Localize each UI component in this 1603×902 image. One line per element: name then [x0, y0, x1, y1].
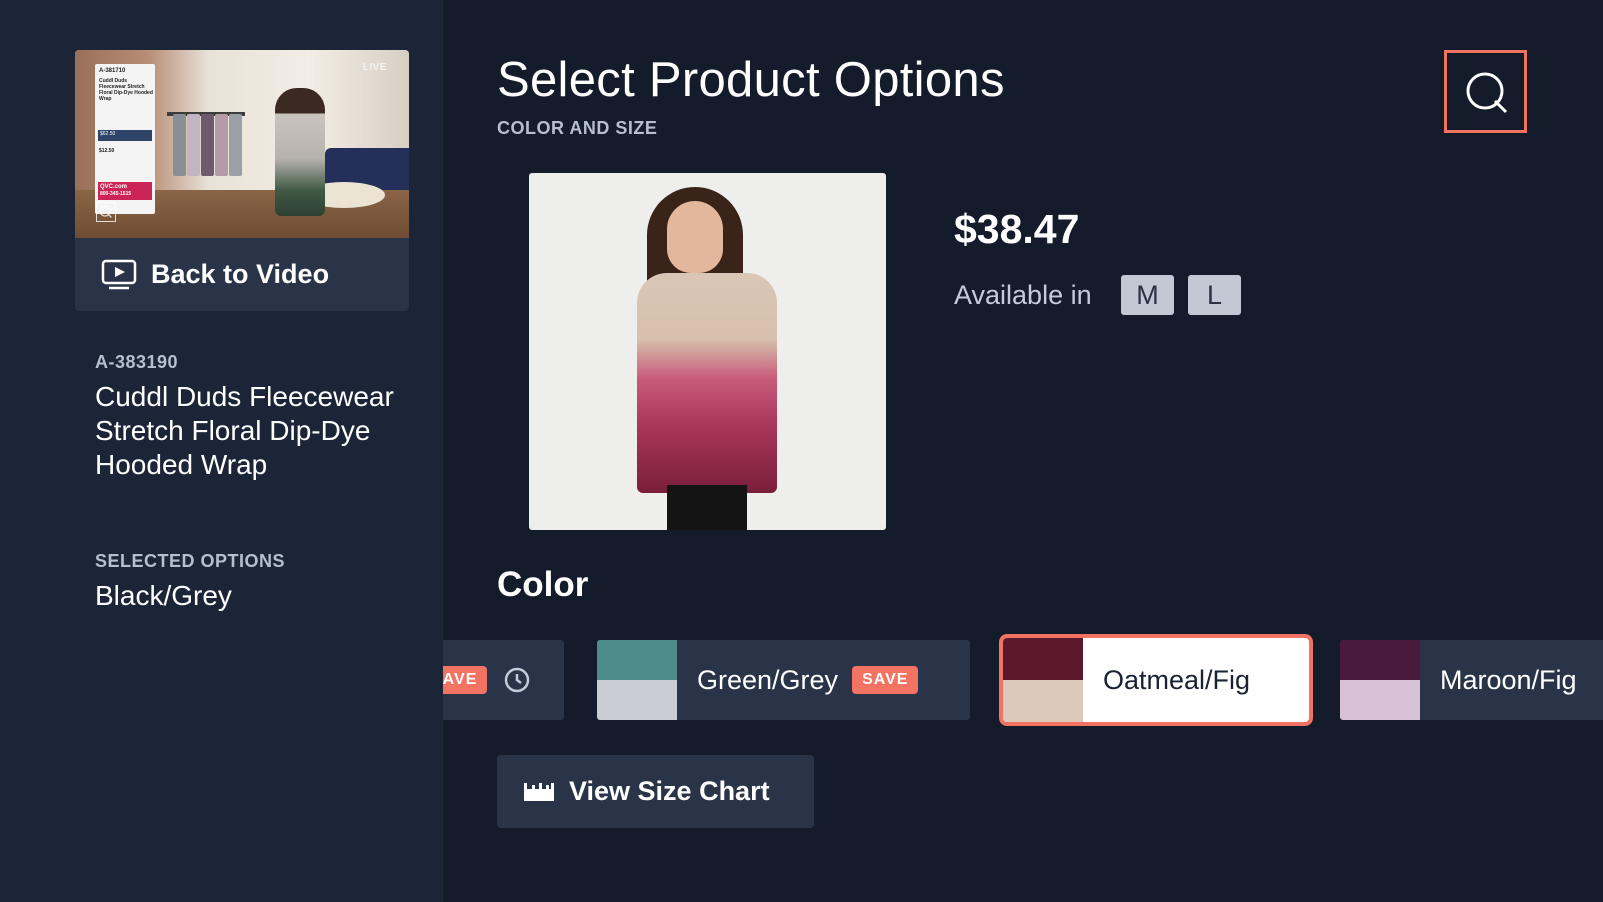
- thumb-info-panel: A-381710 Cuddl Duds Fleecewear Stretch F…: [95, 64, 155, 214]
- thumb-site: QVC.com: [100, 184, 128, 190]
- color-name: Maroon/Fig: [1440, 664, 1577, 695]
- available-in-label: Available in: [954, 280, 1092, 310]
- color-name: Green/Grey: [697, 664, 839, 695]
- video-play-icon: [101, 259, 137, 289]
- model-legs: [667, 485, 747, 530]
- thumb-site-block: QVC.com 800-345-1515: [98, 182, 152, 200]
- model-garment: [637, 273, 777, 493]
- thumb-price: $62.50: [98, 130, 152, 141]
- page-title: Select Product Options: [497, 53, 1005, 107]
- ruler-icon: [524, 782, 554, 801]
- view-size-chart-label: View Size Chart: [569, 776, 770, 806]
- selected-options-value: Black/Grey: [95, 580, 232, 611]
- color-option-label: Green/Grey SAVE: [697, 640, 919, 720]
- search-icon: [96, 202, 116, 222]
- model-face: [667, 201, 723, 273]
- selected-options-label: SELECTED OPTIONS: [95, 551, 286, 571]
- thumb-garment: [173, 114, 186, 176]
- thumb-garment: [229, 114, 242, 176]
- thumb-host: [275, 88, 325, 216]
- back-to-video-label: Back to Video: [151, 259, 330, 289]
- thumb-phone: 800-345-1515: [100, 191, 132, 197]
- thumb-garment: [201, 114, 214, 176]
- color-name: Oatmeal/Fig: [1103, 664, 1251, 695]
- save-badge: SAVE: [852, 666, 919, 694]
- thumb-garment: [187, 114, 200, 176]
- color-option-partial[interactable]: SAVE: [443, 640, 564, 720]
- main-panel: Select Product Options COLOR AND SIZE $3…: [443, 0, 1603, 902]
- product-image: [529, 173, 886, 530]
- view-size-chart-button[interactable]: View Size Chart: [497, 755, 814, 828]
- sidebar: A-381710 Cuddl Duds Fleecewear Stretch F…: [0, 0, 443, 902]
- live-badge: LIVE: [362, 62, 387, 73]
- video-thumbnail[interactable]: A-381710 Cuddl Duds Fleecewear Stretch F…: [75, 50, 409, 238]
- size-chip-m: M: [1121, 275, 1174, 315]
- thumb-garment: [215, 114, 228, 176]
- size-chip-l: L: [1188, 275, 1241, 315]
- color-option-green-grey[interactable]: Green/Grey SAVE: [597, 640, 970, 720]
- color-option-label: Maroon/Fig: [1440, 640, 1577, 720]
- thumb-payments: $12.50: [99, 148, 115, 154]
- thumb-item-name: Cuddl Duds Fleecewear Stretch Floral Dip…: [99, 78, 153, 102]
- page-subtitle: COLOR AND SIZE: [497, 118, 658, 138]
- save-badge: SAVE: [443, 666, 488, 694]
- back-to-video-button[interactable]: Back to Video: [75, 238, 409, 311]
- color-option-label: Oatmeal/Fig: [1103, 638, 1250, 722]
- clock-icon: [504, 667, 530, 693]
- product-sku: A-383190: [95, 352, 179, 372]
- search-icon: [1466, 72, 1507, 113]
- product-price: $38.47: [954, 206, 1080, 252]
- color-option-oatmeal-fig[interactable]: Oatmeal/Fig: [999, 634, 1313, 726]
- color-swatch: [597, 640, 677, 720]
- color-swatch: [1003, 638, 1083, 722]
- color-swatch: [1340, 640, 1420, 720]
- video-card[interactable]: A-381710 Cuddl Duds Fleecewear Stretch F…: [75, 50, 409, 311]
- color-option-maroon-fig[interactable]: Maroon/Fig: [1340, 640, 1603, 720]
- product-name: Cuddl Duds Fleecewear Stretch Floral Dip…: [95, 381, 394, 480]
- search-button[interactable]: [1444, 50, 1527, 133]
- thumb-item-number: A-381710: [99, 68, 126, 74]
- color-heading: Color: [497, 565, 589, 604]
